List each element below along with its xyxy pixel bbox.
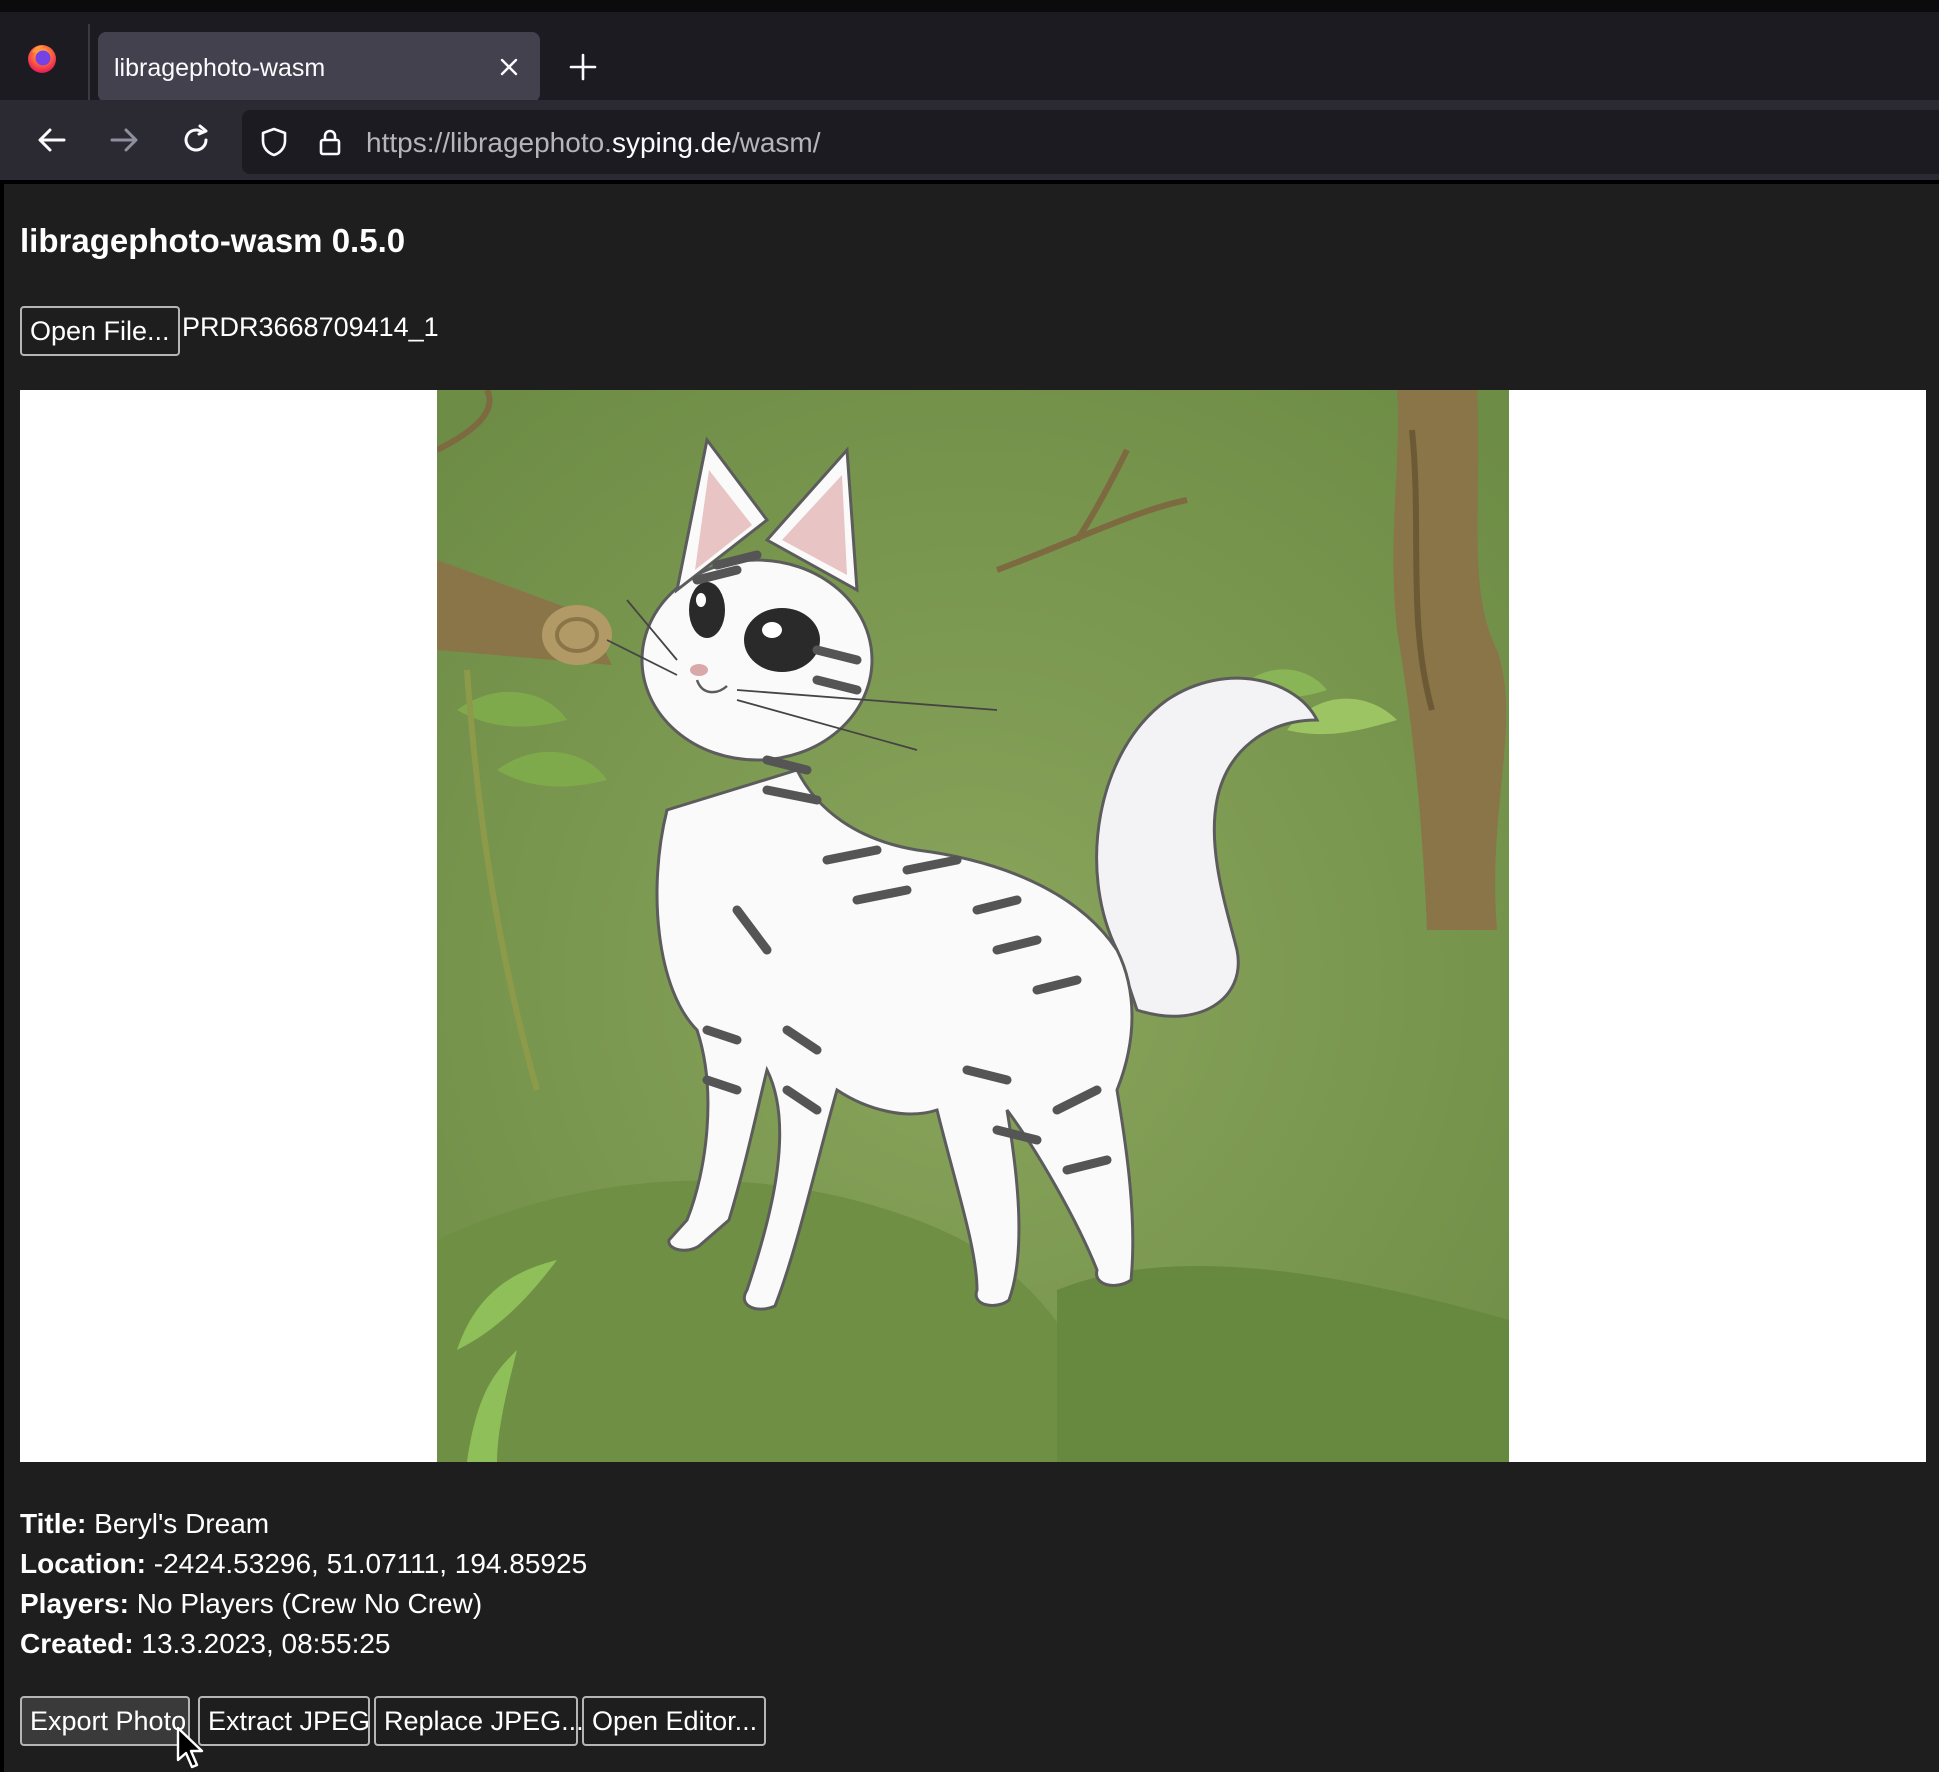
nav-bar: https://libragephoto.syping.de/wasm/ xyxy=(0,100,1939,180)
meta-created-label: Created: xyxy=(20,1628,134,1659)
meta-players-row: Players: No Players (Crew No Crew) xyxy=(20,1584,587,1624)
photo-metadata: Title: Beryl's Dream Location: -2424.532… xyxy=(20,1504,587,1664)
reload-icon[interactable] xyxy=(178,122,214,158)
shield-icon[interactable] xyxy=(258,126,290,158)
export-photo-button[interactable]: Export Photo xyxy=(20,1696,190,1746)
meta-created-row: Created: 13.3.2023, 08:55:25 xyxy=(20,1624,587,1664)
back-arrow-icon[interactable] xyxy=(34,122,70,158)
forward-arrow-icon[interactable] xyxy=(106,122,142,158)
url-bar[interactable]: https://libragephoto.syping.de/wasm/ xyxy=(242,110,1939,174)
replace-jpeg-button[interactable]: Replace JPEG... xyxy=(374,1696,584,1746)
tab-strip: libragephoto-wasm xyxy=(0,0,1939,102)
page-content: libragephoto-wasm 0.5.0 Open File... PRD… xyxy=(4,184,1939,1772)
meta-location-label: Location: xyxy=(20,1548,146,1579)
cat-photo xyxy=(437,390,1509,1462)
meta-players-value: No Players (Crew No Crew) xyxy=(136,1588,483,1619)
mouse-pointer-icon xyxy=(176,1726,204,1769)
open-editor-button[interactable]: Open Editor... xyxy=(582,1696,766,1746)
file-name: PRDR3668709414_1 xyxy=(182,312,439,342)
plus-icon[interactable] xyxy=(568,52,598,82)
meta-title-row: Title: Beryl's Dream xyxy=(20,1504,587,1544)
url-prefix: https://libragephoto. xyxy=(366,127,612,158)
meta-created-value: 13.3.2023, 08:55:25 xyxy=(141,1628,391,1659)
meta-location-value: -2424.53296, 51.07111, 194.85925 xyxy=(153,1548,588,1579)
close-icon[interactable] xyxy=(496,54,522,80)
firefox-icon[interactable] xyxy=(26,42,58,74)
url-path: /wasm/ xyxy=(731,127,821,158)
tab-separator xyxy=(88,24,90,100)
page-title: libragephoto-wasm 0.5.0 xyxy=(20,222,406,259)
extract-jpeg-button[interactable]: Extract JPEG xyxy=(198,1696,370,1746)
tab-active[interactable]: libragephoto-wasm xyxy=(98,32,540,102)
meta-title-value: Beryl's Dream xyxy=(94,1508,270,1539)
tab-title: libragephoto-wasm xyxy=(114,54,326,82)
meta-title-label: Title: xyxy=(20,1508,87,1539)
browser-window: libragephoto-wasm https://libragephoto.s… xyxy=(0,0,1939,1772)
meta-location-row: Location: -2424.53296, 51.07111, 194.859… xyxy=(20,1544,587,1584)
meta-players-label: Players: xyxy=(20,1588,129,1619)
url-text[interactable]: https://libragephoto.syping.de/wasm/ xyxy=(366,127,821,159)
url-domain: syping.de xyxy=(611,127,732,158)
open-file-button[interactable]: Open File... xyxy=(20,306,180,356)
lock-icon[interactable] xyxy=(314,126,346,158)
photo-frame xyxy=(20,390,1926,1462)
